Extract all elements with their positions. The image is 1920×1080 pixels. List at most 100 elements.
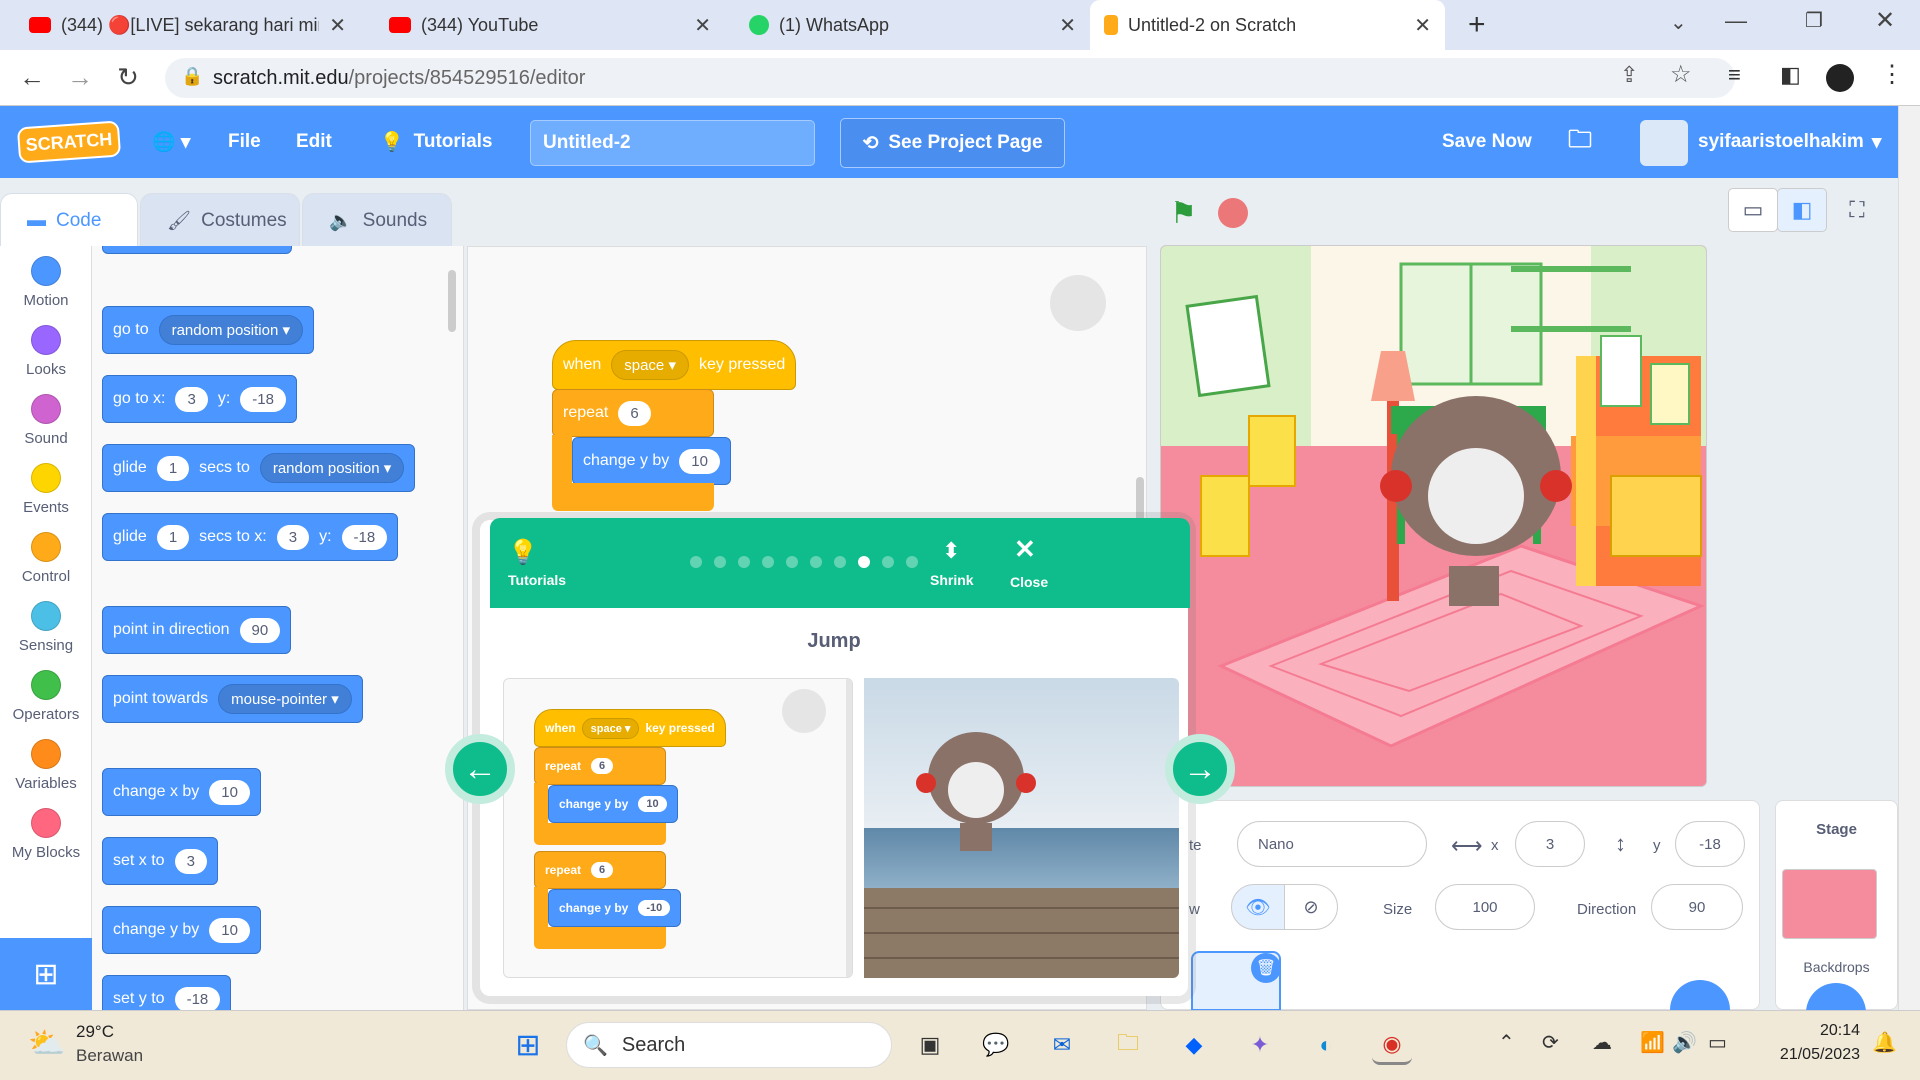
tutorial-step-dot[interactable]: [714, 556, 726, 568]
project-title-input[interactable]: Untitled-2: [530, 120, 815, 166]
my-stuff-folder-icon[interactable]: 🗀: [1568, 106, 1592, 178]
clock-date[interactable]: 21/05/2023: [1740, 1046, 1860, 1064]
file-explorer-icon[interactable]: 🗀: [1108, 1025, 1148, 1065]
glide-target-dropdown[interactable]: random position ▾: [259, 453, 405, 483]
script-change-y-block[interactable]: change y by 10: [572, 437, 731, 485]
script-hat-when-key-pressed[interactable]: when space ▾ key pressed: [552, 340, 797, 390]
green-flag-icon[interactable]: ⚑: [1170, 196, 1197, 231]
change-y-input[interactable]: 10: [209, 917, 250, 943]
user-avatar[interactable]: [1640, 120, 1688, 166]
shrink-icon[interactable]: ⬍: [942, 538, 960, 564]
back-icon[interactable]: ←: [16, 62, 48, 93]
show-hidden-icons[interactable]: ⌃: [1498, 1030, 1515, 1055]
set-y-input[interactable]: -18: [174, 986, 221, 1010]
volume-icon[interactable]: 🔊: [1672, 1030, 1697, 1055]
category-sensing[interactable]: Sensing: [0, 595, 92, 665]
battery-icon[interactable]: ▭: [1708, 1030, 1727, 1055]
dropbox-icon[interactable]: ◆: [1174, 1025, 1214, 1065]
add-extension-button[interactable]: ⊞: [0, 938, 92, 1010]
weather-desc[interactable]: Berawan: [76, 1046, 143, 1066]
task-view-icon[interactable]: ▣: [910, 1025, 950, 1065]
gotoxy-y-input[interactable]: -18: [240, 386, 286, 412]
tutorials-link[interactable]: Tutorials: [508, 572, 566, 588]
goto-dropdown[interactable]: random position ▾: [158, 315, 304, 345]
see-project-page-button[interactable]: ⟲ See Project Page: [840, 118, 1065, 168]
notifications-icon[interactable]: 🔔: [1872, 1030, 1897, 1055]
clock-time[interactable]: 20:14: [1760, 1022, 1860, 1040]
chrome-icon[interactable]: ◉: [1372, 1025, 1412, 1065]
script-change-y-input[interactable]: 10: [679, 448, 720, 474]
direction-input[interactable]: 90: [239, 617, 281, 643]
category-control[interactable]: Control: [0, 526, 92, 596]
scratch-logo[interactable]: SCRATCH: [16, 120, 122, 164]
palette-scrollbar[interactable]: [448, 270, 456, 332]
share-icon[interactable]: ⇪: [1620, 62, 1638, 88]
close-button[interactable]: Close: [1010, 574, 1048, 590]
browser-tab-whatsapp[interactable]: (1) WhatsApp ✕: [735, 0, 1090, 50]
media-queue-icon[interactable]: ≡: [1728, 62, 1741, 88]
tutorial-prev-arrow-icon[interactable]: ←: [445, 734, 515, 804]
set-x-input[interactable]: 3: [174, 848, 207, 874]
tutorial-step-dot[interactable]: [810, 556, 822, 568]
palette-block-partial[interactable]: [102, 246, 292, 254]
close-tab-icon[interactable]: ✕: [329, 13, 346, 38]
glide-secs-input[interactable]: 1: [156, 524, 190, 550]
tab-costumes[interactable]: 🖌 Costumes: [140, 193, 300, 248]
category-sound[interactable]: Sound: [0, 388, 92, 458]
stage-canvas[interactable]: [1160, 245, 1707, 787]
glide-x-input[interactable]: 3: [276, 524, 310, 550]
backdrop-thumbnail[interactable]: [1782, 869, 1877, 939]
sprite-name-input[interactable]: Nano: [1237, 821, 1427, 867]
palette-block-glide-random[interactable]: glide 1 secs to random position ▾: [102, 444, 416, 492]
forward-icon[interactable]: →: [64, 62, 96, 93]
browser-tab-youtube-live[interactable]: (344) 🔴[LIVE] sekarang hari min ✕: [15, 0, 360, 50]
tutorials-menu[interactable]: 💡 Tutorials: [380, 106, 493, 178]
tutorial-step-dot[interactable]: [834, 556, 846, 568]
hide-sprite-icon[interactable]: ⊘: [1284, 884, 1338, 930]
category-variables[interactable]: Variables: [0, 733, 92, 803]
show-sprite-eye-icon[interactable]: 👁: [1231, 884, 1285, 930]
palette-block-change-y[interactable]: change y by 10: [102, 906, 261, 954]
stop-icon[interactable]: [1218, 198, 1248, 228]
close-tab-icon[interactable]: ✕: [1059, 13, 1076, 38]
category-events[interactable]: Events: [0, 457, 92, 527]
sprite-size-input[interactable]: 100: [1435, 884, 1535, 930]
tutorial-step-dot[interactable]: [690, 556, 702, 568]
glide-y-input[interactable]: -18: [341, 524, 388, 550]
palette-block-change-x[interactable]: change x by 10: [102, 768, 261, 816]
sprite-direction-input[interactable]: 90: [1651, 884, 1743, 930]
script-repeat-block[interactable]: repeat 6: [552, 389, 714, 437]
small-stage-icon[interactable]: ▭: [1728, 188, 1778, 232]
window-close-icon[interactable]: ✕: [1875, 6, 1895, 35]
category-operators[interactable]: Operators: [0, 664, 92, 734]
gotoxy-x-input[interactable]: 3: [175, 386, 208, 412]
stage-selector-panel[interactable]: Stage Backdrops: [1775, 800, 1898, 1043]
category-looks[interactable]: Looks: [0, 319, 92, 389]
palette-block-set-y[interactable]: set y to -18: [102, 975, 232, 1010]
browser-tab-scratch[interactable]: Untitled-2 on Scratch ✕: [1090, 0, 1445, 50]
profile-avatar[interactable]: [1826, 64, 1854, 92]
glide-secs-input[interactable]: 1: [156, 455, 190, 481]
page-scrollbar[interactable]: [1898, 106, 1920, 1010]
tutorial-step-dot[interactable]: [906, 556, 918, 568]
onedrive-cloud-icon[interactable]: ☁: [1592, 1030, 1612, 1055]
palette-block-set-x[interactable]: set x to 3: [102, 837, 218, 885]
mail-icon[interactable]: ✉: [1042, 1025, 1082, 1065]
close-tab-icon[interactable]: ✕: [694, 13, 711, 38]
sprite-x-input[interactable]: 3: [1515, 821, 1585, 867]
close-tab-icon[interactable]: ✕: [1414, 13, 1431, 38]
bookmark-star-icon[interactable]: ☆: [1670, 60, 1692, 89]
key-dropdown[interactable]: space ▾: [611, 350, 689, 380]
palette-block-point-towards[interactable]: point towards mouse-pointer ▾: [102, 675, 363, 723]
edge-icon[interactable]: ◐: [1306, 1025, 1346, 1065]
save-now-button[interactable]: Save Now: [1442, 106, 1532, 178]
wifi-icon[interactable]: 📶: [1640, 1030, 1665, 1055]
side-panel-icon[interactable]: ◧: [1780, 62, 1801, 88]
tutorial-step-dot[interactable]: [858, 556, 870, 568]
restore-icon[interactable]: ❐: [1805, 8, 1823, 33]
browser-menu-icon[interactable]: ⋮: [1880, 60, 1904, 89]
new-tab-icon[interactable]: +: [1468, 8, 1486, 42]
weather-temp[interactable]: 29°C: [76, 1022, 114, 1042]
browser-tab-youtube[interactable]: (344) YouTube ✕: [375, 0, 725, 50]
palette-block-glide-xy[interactable]: glide 1 secs to x: 3 y: -18: [102, 513, 399, 561]
